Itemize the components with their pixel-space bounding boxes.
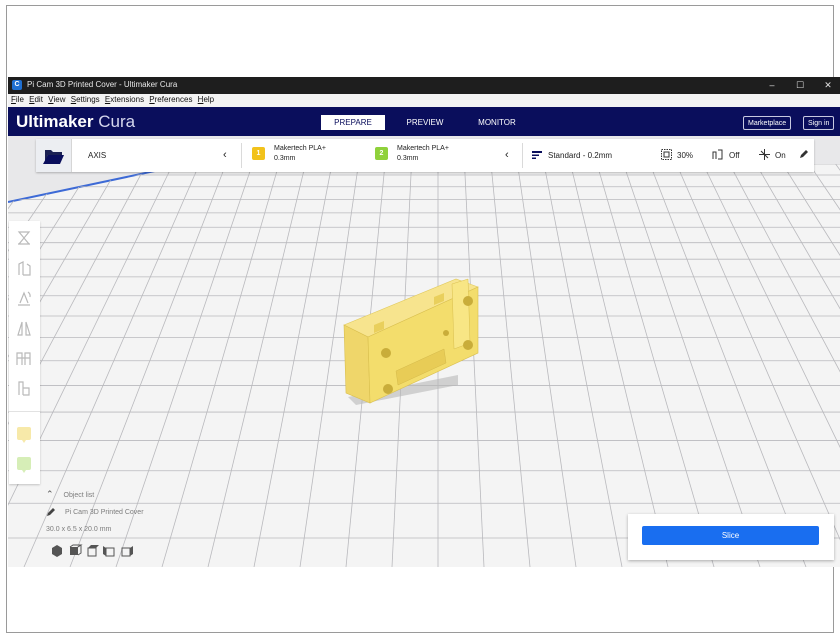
- menu-file[interactable]: File: [11, 95, 24, 104]
- menu-extensions[interactable]: Extensions: [105, 95, 144, 104]
- sign-in-button[interactable]: Sign in: [803, 116, 835, 130]
- open-file-button[interactable]: [36, 139, 72, 172]
- menu-view[interactable]: View: [48, 95, 65, 104]
- top-view-icon[interactable]: [87, 545, 99, 557]
- divider: [9, 411, 40, 412]
- extruder-1-icon: [17, 427, 31, 443]
- adhesion-value: On: [775, 151, 786, 160]
- chevron-left-icon: ‹: [505, 149, 509, 161]
- support-blocker-icon: [18, 381, 30, 396]
- move-tool[interactable]: [14, 228, 34, 248]
- object-name-row: Pi Cam 3D Printed Cover: [46, 508, 144, 517]
- mirror-icon: [17, 321, 31, 336]
- object-dimensions: 30.0 x 6.5 x 20.0 mm: [46, 526, 112, 533]
- per-model-settings-icon: [16, 352, 31, 365]
- maximize-button[interactable]: ☐: [786, 78, 814, 93]
- minimize-button[interactable]: –: [758, 78, 786, 93]
- extruder-1-nozzle: 0.3mm: [274, 155, 296, 162]
- profile-name: Standard - 0.2mm: [548, 151, 613, 160]
- front-view-icon[interactable]: [69, 544, 83, 556]
- cura-logo-icon: C: [12, 80, 22, 90]
- support-value: Off: [729, 151, 740, 160]
- extruder-2-material: Makertech PLA+: [397, 145, 449, 152]
- support-icon: [712, 149, 723, 160]
- extruder-1-material: Makertech PLA+: [274, 145, 326, 152]
- per-model-settings-tool[interactable]: [14, 348, 34, 368]
- pencil-icon: [47, 508, 55, 516]
- folder-open-icon: [43, 150, 64, 164]
- left-view-icon[interactable]: [103, 546, 115, 557]
- menu-preferences[interactable]: Preferences: [149, 95, 192, 104]
- menu-help[interactable]: Help: [198, 95, 214, 104]
- extruder-2-icon: [17, 457, 31, 473]
- slice-button[interactable]: Slice: [642, 526, 819, 545]
- support-blocker-tool[interactable]: [14, 378, 34, 398]
- rotate-icon: [18, 291, 31, 306]
- printer-selector[interactable]: AXIS ‹: [71, 139, 241, 172]
- slice-panel: Slice: [628, 514, 834, 560]
- cura-window: C Pi Cam 3D Printed Cover - Ultimaker Cu…: [8, 77, 840, 567]
- printer-name: AXIS: [88, 151, 107, 160]
- tab-monitor[interactable]: MONITOR: [465, 115, 529, 130]
- close-button[interactable]: ✕: [814, 78, 840, 93]
- marketplace-button[interactable]: Marketplace: [743, 116, 792, 130]
- infill-icon: [661, 149, 672, 160]
- tool-sidebar: [9, 221, 40, 484]
- chevron-up-icon: ⌃: [46, 489, 54, 499]
- menu-settings[interactable]: Settings: [71, 95, 100, 104]
- ultimaker-cura-logo: Ultimaker Cura: [16, 112, 136, 131]
- extruder-1-assign-button[interactable]: [14, 424, 34, 444]
- scale-tool[interactable]: [14, 258, 34, 278]
- object-list-label: Object list: [63, 492, 95, 499]
- tab-preview[interactable]: PREVIEW: [393, 115, 457, 130]
- infill-value: 30%: [677, 151, 694, 160]
- view-orientation-controls: [50, 544, 150, 558]
- mirror-tool[interactable]: [14, 318, 34, 338]
- rotate-tool[interactable]: [14, 288, 34, 308]
- print-setup-toolbar: AXIS ‹ 1 Makertech PLA+ 0.3mm 2 Makertec…: [36, 139, 814, 172]
- profile-layers-icon: [532, 151, 542, 159]
- tab-prepare[interactable]: PREPARE: [321, 115, 385, 130]
- model-pi-cam-cover[interactable]: [338, 267, 488, 407]
- print-settings-selector[interactable]: Standard - 0.2mm 30% Off On: [523, 139, 814, 172]
- extruder-1-icon: 1: [252, 147, 265, 160]
- extruder-2-icon: 2: [375, 147, 388, 160]
- adhesion-icon: [759, 149, 770, 160]
- right-view-icon[interactable]: [121, 546, 133, 557]
- object-name: Pi Cam 3D Printed Cover: [64, 509, 144, 517]
- extruder-selector[interactable]: 1 Makertech PLA+ 0.3mm 2 Makertech PLA+ …: [242, 139, 522, 172]
- menu-edit[interactable]: Edit: [29, 95, 43, 104]
- object-list-toggle[interactable]: ⌃ Object list: [46, 489, 94, 500]
- scale-icon: [18, 261, 31, 276]
- extruder-2-nozzle: 0.3mm: [397, 155, 419, 162]
- window-title: Pi Cam 3D Printed Cover - Ultimaker Cura: [27, 80, 178, 89]
- extruder-2-assign-button[interactable]: [14, 454, 34, 474]
- title-bar: C Pi Cam 3D Printed Cover - Ultimaker Cu…: [8, 77, 840, 94]
- app-header: Ultimaker Cura PREPARE PREVIEW MONITOR M…: [8, 107, 840, 136]
- pencil-icon: [800, 150, 808, 158]
- menu-bar: File Edit View Settings Extensions Prefe…: [8, 94, 840, 107]
- move-icon: [17, 231, 31, 245]
- chevron-left-icon: ‹: [223, 149, 227, 161]
- 3d-view-icon[interactable]: [52, 545, 62, 557]
